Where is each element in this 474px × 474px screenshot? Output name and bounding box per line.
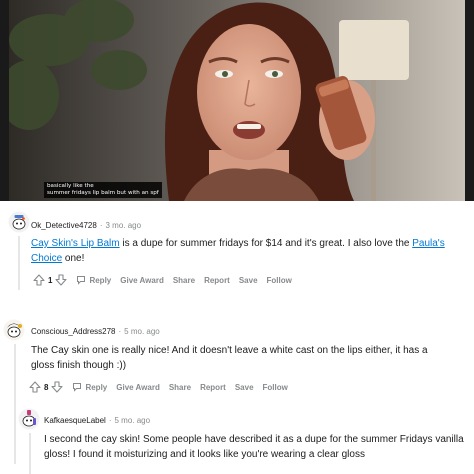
downvote-icon[interactable]: [51, 381, 64, 393]
reply-button[interactable]: Reply: [76, 275, 111, 285]
meta-separator: ·: [118, 327, 122, 336]
comment-text-part: one!: [62, 253, 85, 264]
reply-icon: [73, 383, 82, 392]
comment-text-part: is a dupe for summer fridays for $14 and…: [119, 238, 413, 249]
comment-body: Cay Skin's Lip Balm is a dupe for summer…: [31, 236, 451, 266]
reply-button[interactable]: Reply: [72, 382, 107, 392]
comment-author[interactable]: KafkaesqueLabel: [44, 416, 106, 425]
snoo-avatar-icon[interactable]: [18, 408, 40, 430]
reply-label: Reply: [89, 275, 112, 285]
report-button[interactable]: Report: [204, 276, 230, 285]
report-button[interactable]: Report: [200, 383, 226, 392]
snoo-avatar-icon[interactable]: [3, 319, 25, 341]
video-player[interactable]: basically like the summer fridays lip ba…: [0, 0, 474, 201]
comment-actions: 1 Reply Give Award Share Report Save Fol…: [33, 274, 292, 286]
comment-meta: Conscious_Address278 · 5 mo. ago: [31, 327, 160, 336]
thread-line[interactable]: [29, 433, 31, 474]
comment-age[interactable]: 5 mo. ago: [115, 416, 151, 425]
comment-meta: Ok_Detective4728 · 3 mo. ago: [31, 221, 141, 230]
share-button[interactable]: Share: [173, 276, 195, 285]
comment-age[interactable]: 3 mo. ago: [106, 221, 142, 230]
reply-icon: [77, 276, 86, 285]
comment-author[interactable]: Conscious_Address278: [31, 327, 116, 336]
downvote-icon[interactable]: [55, 274, 68, 286]
video-caption: basically like the summer fridays lip ba…: [44, 182, 162, 198]
caption-line-1: basically like the: [47, 183, 94, 189]
upvote-icon[interactable]: [29, 381, 41, 393]
comment-age[interactable]: 5 mo. ago: [124, 327, 160, 336]
vote-group: 8: [29, 381, 64, 393]
follow-button[interactable]: Follow: [267, 276, 292, 285]
give-award-button[interactable]: Give Award: [120, 276, 164, 285]
follow-button[interactable]: Follow: [263, 383, 288, 392]
meta-separator: ·: [99, 221, 103, 230]
meta-separator: ·: [108, 416, 112, 425]
reply-label: Reply: [85, 382, 108, 392]
vote-score: 8: [44, 382, 49, 392]
vote-score: 1: [48, 275, 53, 285]
video-still-image: [9, 0, 465, 201]
give-award-button[interactable]: Give Award: [116, 383, 160, 392]
video-frame: [9, 0, 465, 201]
thread-line[interactable]: [18, 236, 20, 290]
caption-line-2: summer fridays lip balm but with an spf: [47, 190, 159, 196]
share-button[interactable]: Share: [169, 383, 191, 392]
thread-line[interactable]: [14, 344, 16, 464]
save-button[interactable]: Save: [235, 383, 254, 392]
comment-meta: KafkaesqueLabel · 5 mo. ago: [44, 416, 150, 425]
comment-body: I second the cay skin! Some people have …: [44, 434, 464, 460]
comment-body: The Cay skin one is really nice! And it …: [31, 345, 428, 371]
snoo-avatar-icon[interactable]: [8, 211, 30, 233]
comment-actions: 8 Reply Give Award Share Report Save Fol…: [29, 381, 288, 393]
upvote-icon[interactable]: [33, 274, 45, 286]
comment-author[interactable]: Ok_Detective4728: [31, 221, 97, 230]
comment-link-cay-skin[interactable]: Cay Skin's Lip Balm: [31, 238, 120, 249]
vote-group: 1: [33, 274, 68, 286]
save-button[interactable]: Save: [239, 276, 258, 285]
